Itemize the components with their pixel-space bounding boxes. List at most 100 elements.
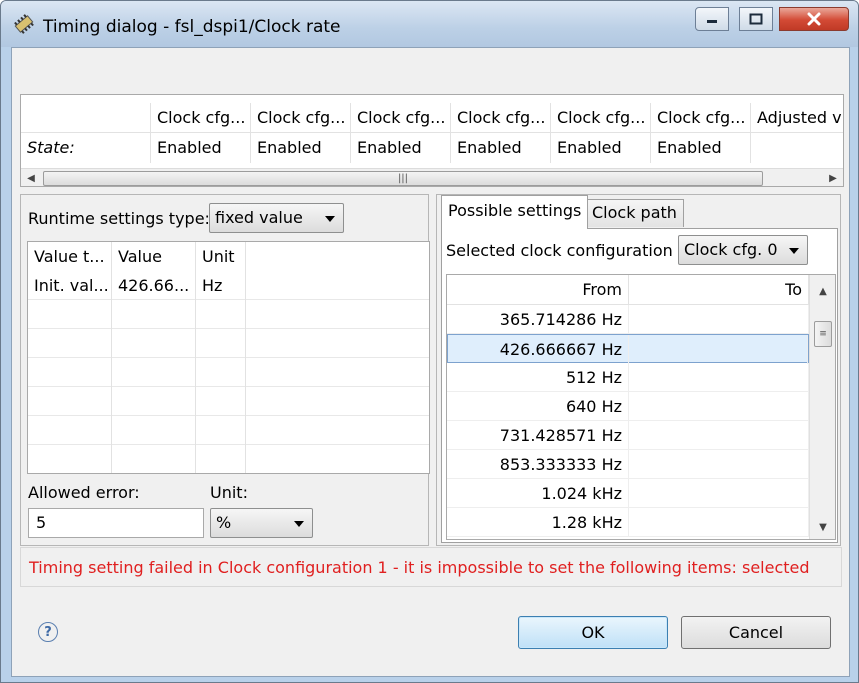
grid-header-cell[interactable]: Clock cfg... — [151, 103, 251, 133]
state-cell[interactable]: Enabled — [451, 133, 551, 163]
state-cell[interactable]: Enabled — [551, 133, 651, 163]
range-table-header: From To — [447, 275, 809, 305]
state-cell[interactable] — [751, 133, 843, 163]
allowed-error-input[interactable]: 5 — [28, 508, 204, 538]
state-cell[interactable]: Enabled — [651, 133, 751, 163]
scroll-thumb[interactable]: ||| — [43, 171, 763, 186]
table-row[interactable]: Init. val... 426.66... Hz — [28, 271, 429, 300]
empty-row — [28, 416, 429, 445]
close-button[interactable] — [779, 7, 849, 31]
column-header-from[interactable]: From — [447, 275, 629, 305]
minimize-icon — [707, 20, 717, 23]
table-row[interactable]: 365.714286 Hz — [447, 305, 809, 334]
unit-label: Unit: — [210, 483, 248, 502]
chevron-down-icon — [325, 216, 335, 222]
runtime-settings-value: fixed value — [215, 208, 303, 227]
chevron-down-icon — [294, 521, 304, 527]
ok-button[interactable]: OK — [518, 616, 668, 649]
title-bar[interactable]: Timing dialog - fsl_dspi1/Clock rate — [1, 1, 858, 47]
timing-dialog-window: Timing dialog - fsl_dspi1/Clock rate Clo… — [0, 0, 859, 683]
column-header[interactable]: Value t... — [28, 242, 112, 271]
help-icon[interactable]: ? — [38, 622, 58, 642]
empty-cell — [246, 271, 429, 300]
frequency-range-table: From To 365.714286 Hz 426.666667 Hz 512 … — [446, 274, 836, 540]
maximize-icon — [749, 13, 763, 25]
unit-select[interactable]: % — [210, 508, 313, 538]
to-cell — [629, 335, 808, 364]
to-cell — [629, 508, 809, 537]
state-cell[interactable]: Enabled — [151, 133, 251, 163]
scroll-right-icon[interactable]: ▶ — [823, 169, 843, 186]
from-cell: 512 Hz — [447, 363, 629, 392]
from-cell: 426.666667 Hz — [448, 335, 629, 364]
table-row[interactable]: 1.28 kHz — [447, 508, 809, 537]
from-cell: 853.333333 Hz — [447, 450, 629, 479]
runtime-settings-select[interactable]: fixed value — [209, 203, 344, 233]
scroll-thumb[interactable]: ≡ — [814, 321, 832, 347]
from-cell: 731.428571 Hz — [447, 421, 629, 450]
dialog-content: Clock cfg... Clock cfg... Clock cfg... C… — [11, 47, 850, 677]
selected-config-label: Selected clock configuration — [446, 241, 673, 260]
table-row[interactable]: 512 Hz — [447, 363, 809, 392]
empty-row — [28, 358, 429, 387]
from-cell: 1.28 kHz — [447, 508, 629, 537]
tab-clock-path[interactable]: Clock path — [585, 199, 684, 227]
chevron-down-icon — [789, 248, 799, 254]
value-table: Value t... Value Unit Init. val... 426.6… — [27, 241, 430, 474]
grid-state-row: State: Enabled Enabled Enabled Enabled E… — [21, 133, 843, 163]
table-row[interactable]: 640 Hz — [447, 392, 809, 421]
to-cell — [629, 392, 809, 421]
cancel-button[interactable]: Cancel — [681, 616, 831, 649]
tab-possible-settings[interactable]: Possible settings — [441, 195, 589, 229]
close-icon — [807, 12, 821, 26]
runtime-settings-panel: Runtime settings type: fixed value Value… — [20, 194, 430, 546]
to-cell — [629, 450, 809, 479]
state-cell[interactable]: Enabled — [251, 133, 351, 163]
unit-select-value: % — [216, 513, 232, 532]
grid-header-cell[interactable]: Clock cfg... — [451, 103, 551, 133]
horizontal-scrollbar[interactable]: ◀ ||| ▶ — [21, 168, 843, 186]
error-message: Timing setting failed in Clock configura… — [20, 547, 842, 587]
grid-header-cell[interactable]: Adjusted v — [751, 103, 843, 133]
unit-cell: Hz — [196, 271, 246, 300]
table-row[interactable]: 853.333333 Hz — [447, 450, 809, 479]
column-header[interactable]: Value — [112, 242, 196, 271]
to-cell — [629, 421, 809, 450]
table-row[interactable]: 1.024 kHz — [447, 479, 809, 508]
settings-tab-panel: Clock path Selected clock configuration … — [436, 194, 841, 546]
grid-header-cell[interactable]: Clock cfg... — [351, 103, 451, 133]
grid-header-cell[interactable]: Clock cfg... — [251, 103, 351, 133]
grid-header-row: Clock cfg... Clock cfg... Clock cfg... C… — [21, 103, 843, 133]
grid-header-cell[interactable]: Clock cfg... — [651, 103, 751, 133]
minimize-button[interactable] — [695, 7, 729, 31]
from-cell: 1.024 kHz — [447, 479, 629, 508]
vertical-scrollbar[interactable]: ▲ ≡ ▼ — [809, 275, 835, 539]
from-cell: 640 Hz — [447, 392, 629, 421]
scroll-left-icon[interactable]: ◀ — [21, 169, 41, 186]
column-header-to[interactable]: To — [629, 275, 809, 305]
scroll-up-icon[interactable]: ▲ — [810, 281, 835, 301]
state-label: State: — [21, 133, 151, 163]
possible-settings-tab-body: Selected clock configuration Clock cfg. … — [441, 228, 838, 543]
to-cell — [629, 479, 809, 508]
value-table-header: Value t... Value Unit — [28, 242, 429, 271]
value-type-cell: Init. val... — [28, 271, 112, 300]
maximize-button[interactable] — [739, 7, 773, 31]
to-cell — [629, 305, 809, 334]
scroll-down-icon[interactable]: ▼ — [810, 517, 835, 537]
clock-config-value: Clock cfg. 0 — [684, 240, 778, 259]
table-row[interactable]: 731.428571 Hz — [447, 421, 809, 450]
empty-row — [28, 387, 429, 416]
column-header-empty — [246, 242, 429, 271]
grid-header-cell[interactable]: Clock cfg... — [551, 103, 651, 133]
clock-config-select[interactable]: Clock cfg. 0 — [678, 235, 808, 265]
range-table-body: 365.714286 Hz 426.666667 Hz 512 Hz 640 H… — [447, 305, 809, 537]
column-header[interactable]: Unit — [196, 242, 246, 271]
allowed-error-label: Allowed error: — [28, 483, 140, 502]
from-cell: 365.714286 Hz — [447, 305, 629, 334]
empty-row — [28, 445, 429, 473]
empty-row — [28, 300, 429, 329]
grid-header-corner — [21, 103, 151, 133]
table-row-selected[interactable]: 426.666667 Hz — [447, 334, 809, 364]
state-cell[interactable]: Enabled — [351, 133, 451, 163]
